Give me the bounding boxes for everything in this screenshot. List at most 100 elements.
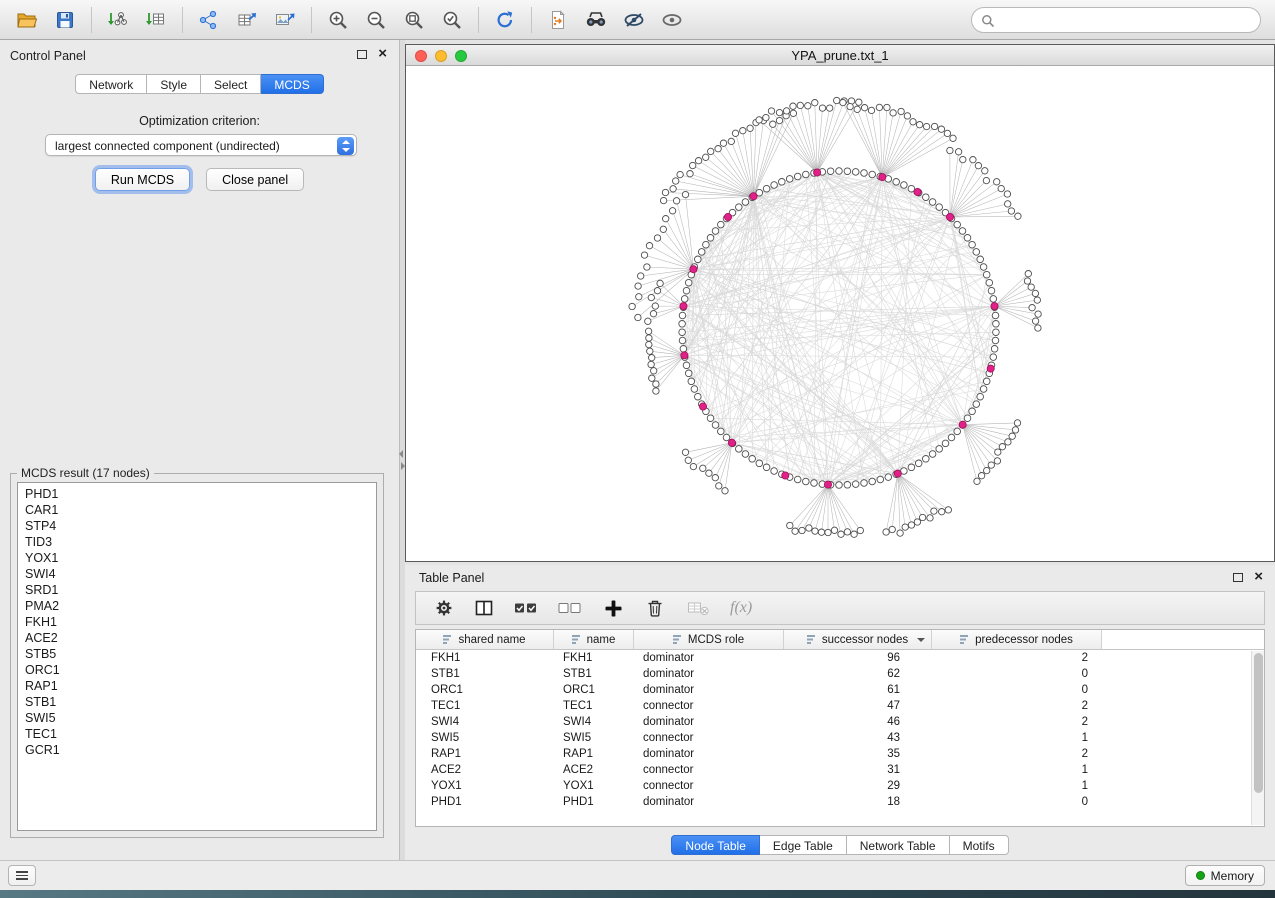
import-network-button[interactable] bbox=[99, 4, 137, 36]
mcds-result-item[interactable]: RAP1 bbox=[18, 678, 376, 694]
tab-mcds[interactable]: MCDS bbox=[261, 74, 323, 94]
column-header-shared-name[interactable]: shared name bbox=[416, 630, 554, 649]
table-row[interactable]: SWI4SWI4dominator462 bbox=[416, 714, 1264, 730]
save-session-button[interactable] bbox=[46, 4, 84, 36]
show-graphics-button[interactable] bbox=[653, 4, 691, 36]
tab-select[interactable]: Select bbox=[201, 74, 261, 94]
cell-MCDS-role: connector bbox=[634, 780, 784, 792]
table-row[interactable]: STB1STB1dominator620 bbox=[416, 666, 1264, 682]
toolbar-separator bbox=[91, 7, 92, 33]
cell-predecessor-nodes: 0 bbox=[932, 668, 1102, 680]
tab-network-table[interactable]: Network Table bbox=[847, 835, 950, 855]
criterion-select[interactable]: largest connected component (undirected) bbox=[45, 134, 357, 156]
document-share-button[interactable] bbox=[539, 4, 577, 36]
mcds-result-item[interactable]: FKH1 bbox=[18, 614, 376, 630]
close-table-panel-icon[interactable]: × bbox=[1254, 569, 1263, 585]
cell-name: TEC1 bbox=[554, 700, 634, 712]
clear-filter-button[interactable] bbox=[684, 592, 714, 624]
export-table-button[interactable] bbox=[228, 4, 266, 36]
gear-icon bbox=[434, 598, 454, 618]
cell-shared-name: ORC1 bbox=[416, 684, 554, 696]
float-panel-icon[interactable] bbox=[357, 50, 367, 59]
import-table-button[interactable] bbox=[137, 4, 175, 36]
cell-name: RAP1 bbox=[554, 748, 634, 760]
table-row[interactable]: SWI5SWI5connector431 bbox=[416, 730, 1264, 746]
close-panel-button[interactable]: Close panel bbox=[206, 168, 304, 191]
close-panel-icon[interactable]: × bbox=[378, 46, 387, 62]
table-row[interactable]: ORC1ORC1dominator610 bbox=[416, 682, 1264, 698]
mcds-result-item[interactable]: TID3 bbox=[18, 534, 376, 550]
column-header-MCDS-role[interactable]: MCDS role bbox=[634, 630, 784, 649]
deselect-all-rows-button[interactable] bbox=[556, 592, 584, 624]
table-row[interactable]: YOX1YOX1connector291 bbox=[416, 778, 1264, 794]
mcds-result-item[interactable]: ORC1 bbox=[18, 662, 376, 678]
scrollbar-thumb[interactable] bbox=[1254, 653, 1263, 793]
table-row[interactable]: FKH1FKH1dominator962 bbox=[416, 650, 1264, 666]
plus-icon bbox=[604, 599, 623, 618]
mcds-result-item[interactable]: SWI5 bbox=[18, 710, 376, 726]
column-header-successor-nodes[interactable]: successor nodes bbox=[784, 630, 932, 649]
mcds-result-item[interactable]: YOX1 bbox=[18, 550, 376, 566]
mcds-result-item[interactable]: SWI4 bbox=[18, 566, 376, 582]
cell-predecessor-nodes: 0 bbox=[932, 684, 1102, 696]
memory-label: Memory bbox=[1211, 869, 1254, 883]
mcds-result-item[interactable]: ACE2 bbox=[18, 630, 376, 646]
export-image-button[interactable] bbox=[266, 4, 304, 36]
mcds-result-item[interactable]: PMA2 bbox=[18, 598, 376, 614]
mcds-result-item[interactable]: SRD1 bbox=[18, 582, 376, 598]
tab-style[interactable]: Style bbox=[147, 74, 201, 94]
mcds-result-item[interactable]: PHD1 bbox=[18, 486, 376, 502]
zoom-fit-button[interactable] bbox=[395, 4, 433, 36]
delete-column-button[interactable] bbox=[642, 592, 668, 624]
run-mcds-button[interactable]: Run MCDS bbox=[95, 168, 190, 191]
split-panel-button[interactable] bbox=[472, 592, 496, 624]
mcds-result-item[interactable]: STB5 bbox=[18, 646, 376, 662]
column-header-predecessor-nodes[interactable]: predecessor nodes bbox=[932, 630, 1102, 649]
mcds-result-item[interactable]: TEC1 bbox=[18, 726, 376, 742]
tab-edge-table[interactable]: Edge Table bbox=[760, 835, 847, 855]
table-row[interactable]: PHD1PHD1dominator180 bbox=[416, 794, 1264, 810]
mcds-result-item[interactable]: STP4 bbox=[18, 518, 376, 534]
zoom-selected-button[interactable] bbox=[433, 4, 471, 36]
memory-button[interactable]: Memory bbox=[1185, 865, 1265, 886]
export-network-button[interactable] bbox=[190, 4, 228, 36]
mcds-result-item[interactable]: STB1 bbox=[18, 694, 376, 710]
zoom-in-button[interactable] bbox=[319, 4, 357, 36]
column-header-name[interactable]: name bbox=[554, 630, 634, 649]
cell-name: FKH1 bbox=[554, 652, 634, 664]
add-column-button[interactable] bbox=[600, 592, 626, 624]
sort-icon bbox=[807, 635, 817, 644]
cell-successor-nodes: 35 bbox=[784, 748, 932, 760]
function-builder-button[interactable]: f(x) bbox=[730, 599, 752, 617]
table-settings-button[interactable] bbox=[432, 592, 456, 624]
menu-button[interactable] bbox=[8, 865, 36, 886]
hamburger-icon bbox=[16, 871, 28, 873]
network-canvas[interactable] bbox=[406, 66, 1274, 561]
select-all-rows-button[interactable] bbox=[512, 592, 540, 624]
hide-graphics-button[interactable] bbox=[615, 4, 653, 36]
open-file-button[interactable] bbox=[8, 4, 46, 36]
floppy-disk-icon bbox=[55, 10, 75, 30]
table-row[interactable]: RAP1RAP1dominator352 bbox=[416, 746, 1264, 762]
table-panel-titlebar: Table Panel × bbox=[405, 565, 1275, 589]
table-row[interactable]: ACE2ACE2connector311 bbox=[416, 762, 1264, 778]
float-table-panel-icon[interactable] bbox=[1233, 573, 1243, 582]
refresh-button[interactable] bbox=[486, 4, 524, 36]
column-filter-chevron-icon[interactable] bbox=[917, 638, 925, 642]
cell-MCDS-role: dominator bbox=[634, 796, 784, 808]
mcds-result-item[interactable]: CAR1 bbox=[18, 502, 376, 518]
tab-motifs[interactable]: Motifs bbox=[950, 835, 1009, 855]
table-scrollbar[interactable] bbox=[1251, 651, 1264, 825]
network-window-titlebar[interactable]: YPA_prune.txt_1 bbox=[406, 45, 1274, 66]
tab-node-table[interactable]: Node Table bbox=[671, 835, 760, 855]
search-input[interactable] bbox=[1000, 9, 1252, 31]
mcds-result-item[interactable]: GCR1 bbox=[18, 742, 376, 758]
refresh-icon bbox=[494, 9, 516, 31]
table-row[interactable]: TEC1TEC1connector472 bbox=[416, 698, 1264, 714]
tab-network[interactable]: Network bbox=[75, 74, 147, 94]
search-network-button[interactable] bbox=[577, 4, 615, 36]
search-icon bbox=[981, 14, 995, 28]
zoom-out-button[interactable] bbox=[357, 4, 395, 36]
import-table-icon bbox=[145, 10, 167, 30]
status-bar: Memory bbox=[0, 860, 1275, 890]
